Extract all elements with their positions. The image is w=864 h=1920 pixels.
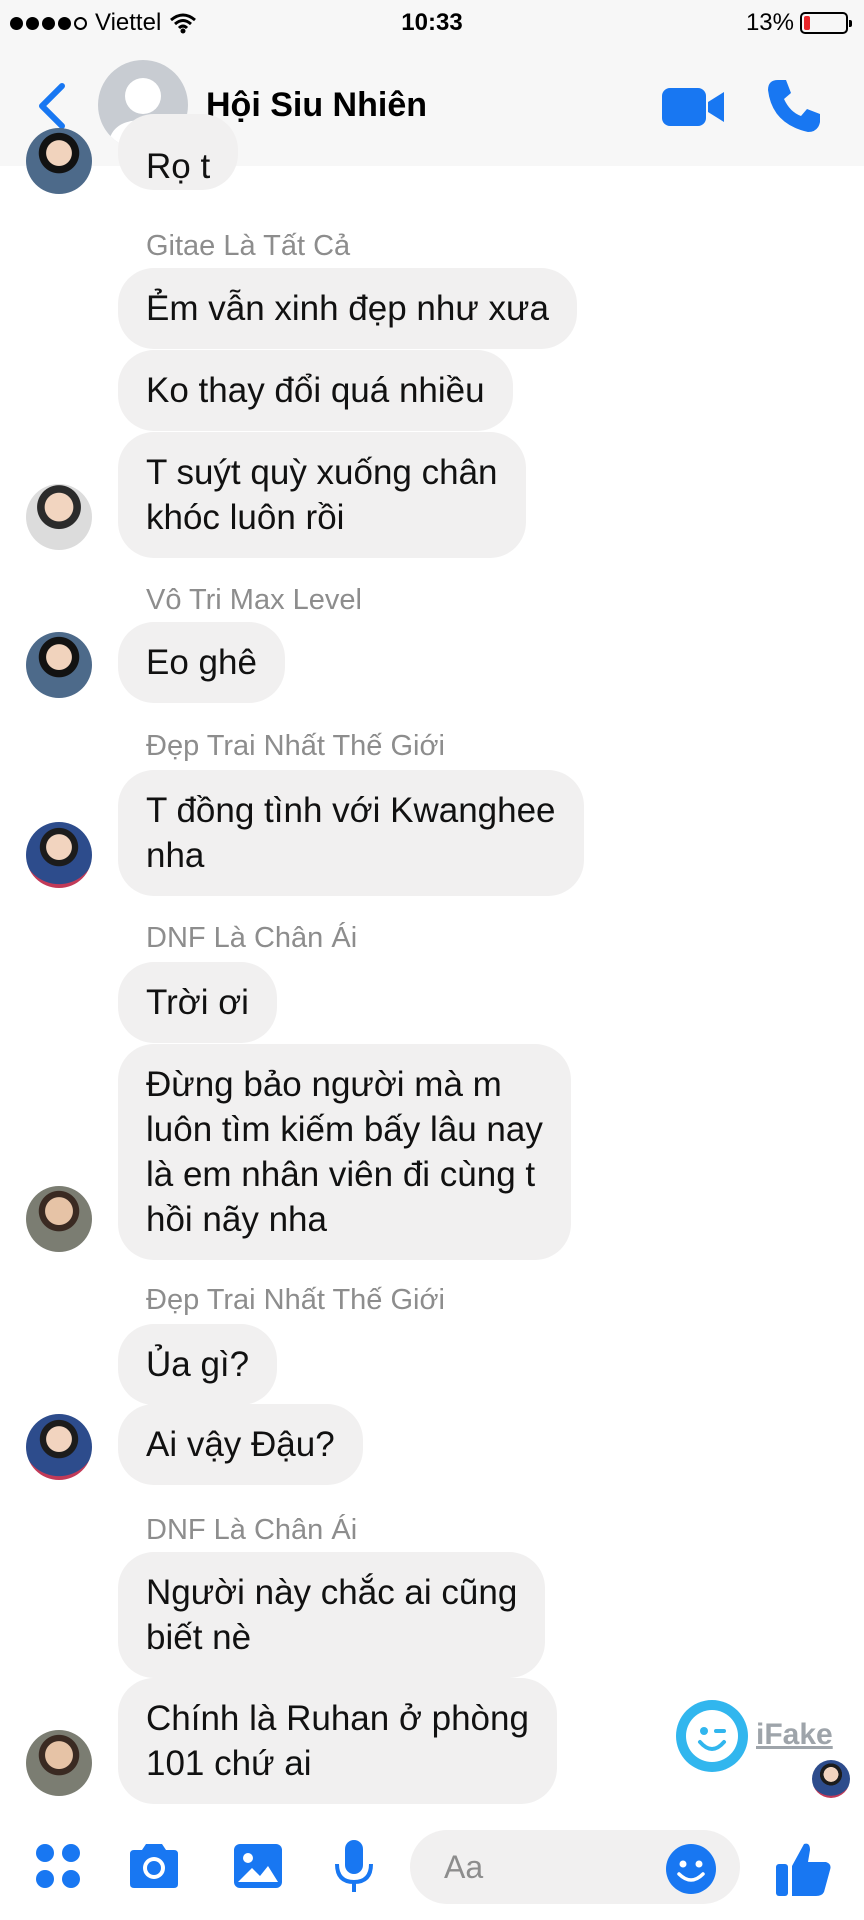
sender-name: DNF Là Chân Ái xyxy=(146,922,358,954)
sender-avatar[interactable] xyxy=(26,128,92,194)
message-input[interactable] xyxy=(444,1846,664,1888)
message-bubble[interactable]: Ai vậy Đậu? xyxy=(118,1404,363,1485)
message-bubble[interactable]: Ko thay đổi quá nhiều xyxy=(118,350,513,431)
message-bubble[interactable]: Ẻm vẫn xinh đẹp như xưa xyxy=(118,268,577,349)
message-bubble[interactable]: Người này chắc ai cũng biết nè xyxy=(118,1552,546,1678)
message-bubble[interactable]: T đồng tình với Kwanghee nha xyxy=(118,770,584,896)
message-bubble[interactable]: Ủa gì? xyxy=(118,1324,278,1405)
sender-avatar[interactable] xyxy=(26,1730,92,1796)
battery-percent: 13% xyxy=(745,9,794,36)
message-bubble[interactable]: Đừng bảo người mà m luôn tìm kiếm bấy lâ… xyxy=(118,1044,571,1260)
video-call-icon[interactable] xyxy=(660,82,726,132)
back-chevron-icon[interactable] xyxy=(28,76,78,136)
camera-icon[interactable] xyxy=(126,1838,182,1894)
sender-avatar[interactable] xyxy=(26,1414,92,1480)
sender-avatar[interactable] xyxy=(26,632,92,698)
sender-name: Gitae Là Tất Cả xyxy=(146,230,351,262)
sender-name: Đẹp Trai Nhất Thế Giới xyxy=(146,730,445,762)
message-bubble[interactable]: Trời ơi xyxy=(118,962,277,1043)
sender-name: Vô Tri Max Level xyxy=(146,584,362,616)
gallery-icon[interactable] xyxy=(230,1838,286,1894)
sender-avatar[interactable] xyxy=(26,822,92,888)
status-bar: Viettel 10:33 13% xyxy=(0,0,864,46)
ifake-watermark: iFake xyxy=(756,1718,833,1751)
message-bubble[interactable]: Eo ghê xyxy=(118,622,285,703)
composer-bar xyxy=(0,1808,864,1920)
thumbs-up-icon[interactable] xyxy=(772,1838,834,1900)
more-apps-icon[interactable] xyxy=(30,1838,86,1894)
seen-avatar xyxy=(812,1760,850,1798)
phone-call-icon[interactable] xyxy=(764,76,824,136)
emoji-icon[interactable] xyxy=(664,1842,718,1896)
sender-name: DNF Là Chân Ái xyxy=(146,1514,358,1546)
message-bubble-partial[interactable]: Rọ t xyxy=(118,114,239,190)
battery-icon xyxy=(800,12,852,34)
message-bubble[interactable]: Chính là Ruhan ở phòng 101 chứ ai xyxy=(118,1678,557,1804)
message-bubble[interactable]: T suýt quỳ xuống chân khóc luôn rồi xyxy=(118,432,526,558)
microphone-icon[interactable] xyxy=(326,1838,382,1894)
sender-avatar[interactable] xyxy=(26,1186,92,1252)
sender-name: Đẹp Trai Nhất Thế Giới xyxy=(146,1284,445,1316)
clock: 10:33 xyxy=(401,9,463,36)
sender-avatar[interactable] xyxy=(26,484,92,550)
ifake-logo-icon xyxy=(676,1700,748,1772)
battery-status: 13% xyxy=(745,9,852,37)
conversation-title[interactable]: Hội Siu Nhiên xyxy=(206,86,427,125)
